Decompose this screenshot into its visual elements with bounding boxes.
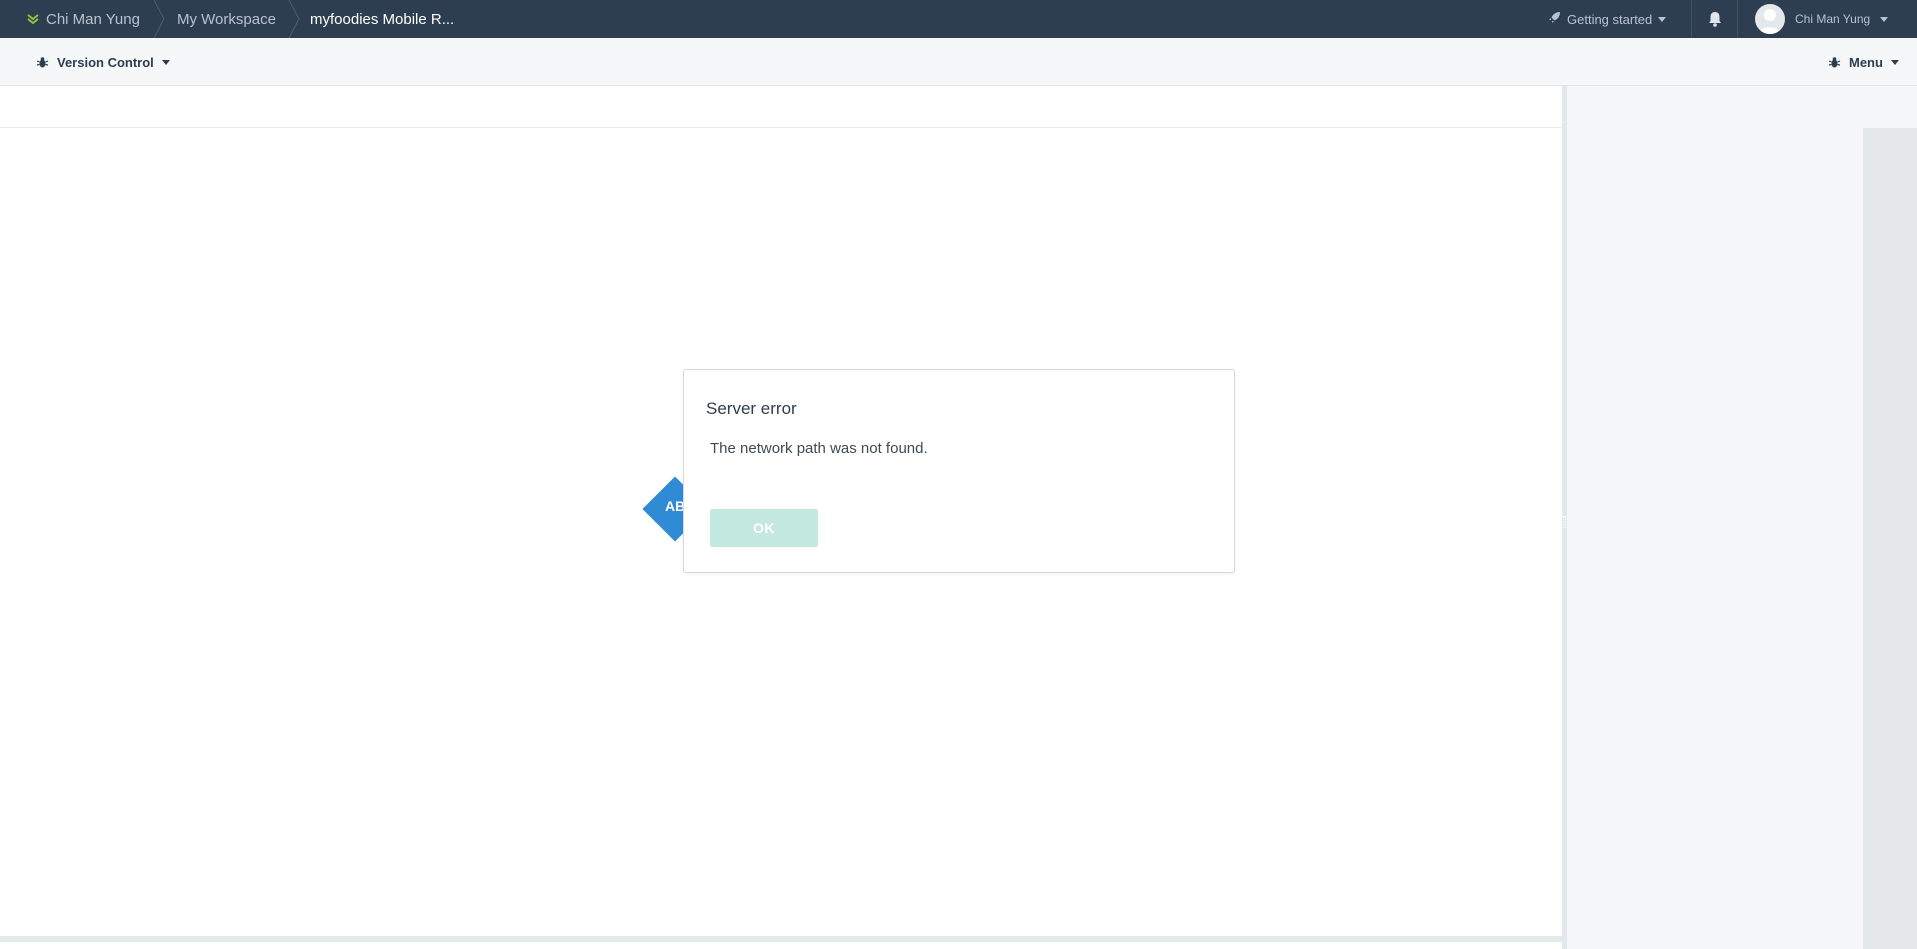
avatar [1755, 4, 1785, 34]
user-menu[interactable]: Chi Man Yung [1755, 0, 1889, 38]
version-control-label: Version Control [57, 54, 154, 70]
nav-divider [1737, 0, 1738, 38]
breadcrumb-project[interactable]: myfoodies Mobile R... [310, 0, 454, 38]
bell-icon[interactable] [1705, 9, 1725, 29]
dialog-title: Server error [706, 399, 797, 418]
user-name: Chi Man Yung [1795, 12, 1871, 26]
breadcrumb-separator [288, 0, 300, 38]
breadcrumb-user-label: Chi Man Yung [46, 10, 140, 28]
getting-started-menu[interactable]: Getting started [1548, 0, 1667, 38]
properties-panel-scroll-area[interactable] [1863, 128, 1917, 949]
app-logo-icon [26, 12, 40, 26]
breadcrumb-workspace[interactable]: My Workspace [177, 0, 276, 38]
breadcrumb-separator [153, 0, 165, 38]
chevron-down-icon [1890, 59, 1899, 65]
canvas-header [0, 86, 1562, 128]
breadcrumb-user[interactable]: Chi Man Yung [26, 0, 140, 38]
editor-toolbar: Version Control Menu [0, 38, 1917, 86]
dialog-message: The network path was not found. [710, 440, 928, 457]
menu-button[interactable]: Menu [1828, 38, 1899, 86]
menu-label: Menu [1849, 54, 1883, 70]
top-nav-bar: Chi Man Yung My Workspace myfoodies Mobi… [0, 0, 1917, 38]
getting-started-label: Getting started [1567, 11, 1653, 27]
canvas-horizontal-scrollbar[interactable] [0, 936, 1562, 949]
bug-icon [1828, 56, 1841, 69]
nav-divider [1691, 0, 1692, 38]
chevron-down-icon [161, 59, 170, 65]
version-control-button[interactable]: Version Control [36, 38, 170, 86]
bug-icon [36, 56, 49, 69]
server-error-dialog: Server error The network path was not fo… [683, 369, 1235, 573]
ok-button[interactable]: OK [710, 509, 818, 547]
chevron-down-icon [1880, 16, 1889, 22]
splitter-grip-icon [1563, 516, 1566, 528]
rocket-icon [1548, 11, 1561, 27]
chevron-down-icon [1658, 16, 1667, 22]
